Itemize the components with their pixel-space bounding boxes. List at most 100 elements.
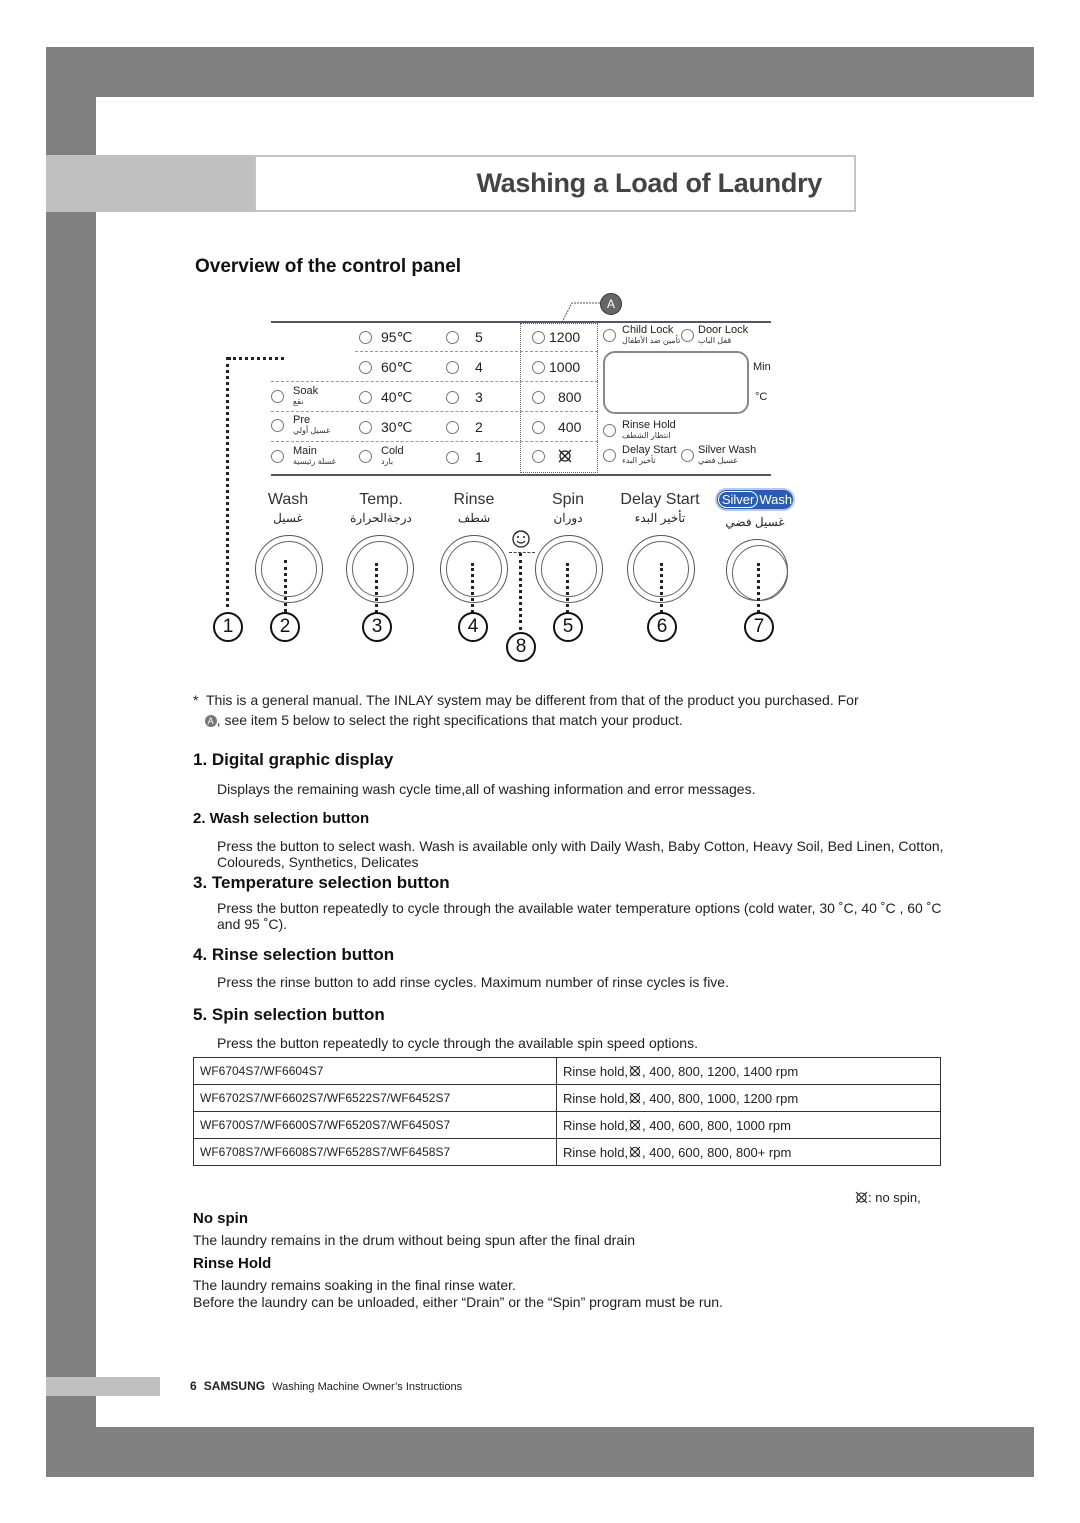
indicator-label-arabic: تأمين ضد الأطفال (622, 336, 681, 345)
section-body-3: Press the button repeatedly to cycle thr… (217, 900, 942, 932)
rinse-button[interactable] (440, 535, 508, 603)
option-label-arabic: غسلة رئيسية (293, 457, 336, 466)
radio-indicator (603, 328, 616, 342)
spin-option: 800 (532, 389, 581, 405)
option-label: 40℃ (381, 389, 413, 405)
page-title-box: Washing a Load of Laundry (254, 155, 856, 212)
option-label: 1200 (549, 329, 581, 345)
rinse-hold-body-2: Before the laundry can be unloaded, eith… (193, 1294, 723, 1310)
indicator-label-arabic: غسيل فضي (698, 456, 738, 465)
section-body-2: Press the button to select wash. Wash is… (217, 838, 944, 870)
option-label: 60℃ (381, 359, 413, 375)
wash-option-main: Main غسلة رئيسية (271, 446, 336, 466)
radio-indicator (359, 391, 372, 404)
callout-number-2: 2 (270, 612, 300, 642)
radio-indicator (603, 448, 616, 462)
model-cell: WF6704S7/WF6604S7 (193, 1057, 557, 1085)
radio-indicator (359, 331, 372, 344)
spin-option: 1000 (532, 359, 580, 375)
model-cell: WF6708S7/WF6608S7/WF6528S7/WF6458S7 (193, 1138, 557, 1166)
radio-indicator (446, 450, 459, 464)
display-unit-min: Min (753, 361, 771, 373)
temp-option-cold: Cold بارد (359, 446, 404, 466)
silver-wash-logo-right: Wash (759, 492, 793, 507)
section-heading-5: 5. Spin selection button (193, 1005, 385, 1024)
indicator-label-arabic: انتظار الشطف (622, 431, 671, 440)
option-label: 3 (475, 389, 483, 405)
callout-leader (284, 560, 287, 612)
callout-leader (566, 563, 569, 613)
callout-number-7: 7 (744, 612, 774, 642)
section-body-4: Press the rinse button to add rinse cycl… (217, 974, 729, 990)
no-spin-icon (629, 1146, 641, 1157)
model-cell: WF6702S7/WF6602S7/WF6522S7/WF6452S7 (193, 1084, 557, 1112)
radio-indicator (271, 449, 284, 463)
digital-display (603, 351, 749, 414)
spin-button[interactable] (535, 535, 603, 603)
no-spin-legend: : no spin, (855, 1190, 921, 1205)
callout-1-leader-h (228, 357, 284, 360)
radio-indicator (446, 420, 459, 434)
indicator-label: Rinse Hold (622, 419, 676, 431)
option-label: 95℃ (381, 329, 413, 345)
section-heading-4: 4. Rinse selection button (193, 945, 395, 964)
callout-number-3: 3 (362, 612, 392, 642)
spin-option: 400 (532, 419, 581, 435)
callout-leader (519, 553, 522, 630)
silver-wash-button-label-arabic: غسيل فضي (700, 513, 810, 529)
callout-number-1: 1 (213, 612, 243, 642)
page-number: 6 (190, 1379, 197, 1393)
rinse-option: 4 (446, 359, 483, 375)
callout-1-leader-v (226, 357, 229, 607)
radio-indicator (359, 421, 372, 434)
footer-tab (46, 1377, 160, 1396)
rinse-hold-label: Rinse hold, (563, 1117, 629, 1133)
option-label: 1 (475, 449, 483, 465)
radio-indicator (446, 390, 459, 404)
spin-option-nospin (532, 449, 572, 463)
rinse-option: 2 (446, 419, 483, 435)
rinse-hold-heading: Rinse Hold (193, 1255, 272, 1272)
section-heading-3: 3. Temperature selection button (193, 873, 450, 892)
rinse-hold-label: Rinse hold, (563, 1144, 629, 1160)
temp-option: 95℃ (359, 329, 412, 346)
footer: 6 SAMSUNG Washing Machine Owner’s Instru… (190, 1379, 462, 1393)
radio-indicator (532, 420, 545, 434)
radio-indicator (532, 330, 545, 344)
temp-button[interactable] (346, 535, 414, 603)
delay-start-button-label: Delay Start تأخير البدء (605, 491, 715, 525)
brand-name: SAMSUNG (203, 1379, 266, 1393)
option-label: Soak (293, 385, 319, 397)
temp-option: 60℃ (359, 359, 412, 376)
display-unit-celsius: °C (755, 391, 768, 403)
section-body-1: Displays the remaining wash cycle time,a… (217, 781, 756, 797)
section-body-5: Press the button repeatedly to cycle thr… (217, 1035, 698, 1051)
rinse-hold-body-1: The laundry remains soaking in the final… (193, 1277, 516, 1293)
radio-indicator (271, 418, 284, 432)
button-label: Wash (267, 491, 309, 508)
section-heading-1: 1. Digital graphic display (193, 750, 394, 769)
frame-left-band (46, 97, 96, 1427)
option-label: 400 (558, 419, 582, 435)
option-label: Main (293, 445, 317, 457)
table-row: WF6704S7/WF6604S7 Rinse hold, , 400, 800, … (193, 1057, 941, 1085)
radio-indicator (359, 361, 372, 374)
rinse-option: 1 (446, 449, 483, 465)
radio-indicator (446, 330, 459, 344)
option-label: 30℃ (381, 419, 413, 435)
title-tab (46, 155, 254, 212)
spin-option: 1200 (532, 329, 580, 345)
general-note: * This is a general manual. The INLAY sy… (193, 690, 953, 730)
callout-leader (471, 563, 474, 613)
option-label: 5 (475, 329, 483, 345)
radio-indicator (603, 423, 616, 437)
button-label: Spin (551, 491, 585, 508)
speeds-label: , 400, 800, 1000, 1200 rpm (642, 1090, 799, 1106)
option-label: 4 (475, 359, 483, 375)
indicator-rinse-hold: Rinse Hold انتظار الشطف (603, 420, 676, 440)
no-spin-heading: No spin (193, 1210, 248, 1227)
indicator-silver-wash: Silver Wash غسيل فضي (681, 445, 756, 465)
spin-speeds-cell: Rinse hold, , 400, 600, 800, 800+ rpm (556, 1138, 941, 1166)
doc-title: Washing Machine Owner’s Instructions (272, 1381, 463, 1393)
wash-button[interactable] (255, 535, 323, 603)
